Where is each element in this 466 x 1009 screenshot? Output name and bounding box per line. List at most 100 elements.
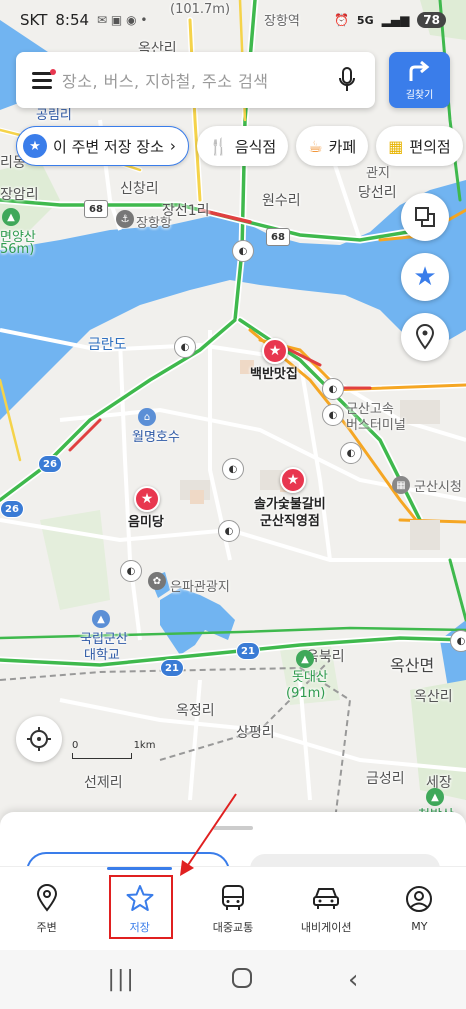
map-label-eunpa-park: 은파관광지 xyxy=(170,580,230,595)
nav-label: 주변 xyxy=(36,920,57,934)
annotation-arrow xyxy=(180,793,237,876)
mountain-poi-icon: ▲ xyxy=(296,650,314,668)
road-shield-26b: 26 xyxy=(0,500,24,518)
mountain-poi-icon-3: ▲ xyxy=(2,208,20,226)
map-label-okjeongri: 옥정리 xyxy=(176,703,215,719)
nav-navigation[interactable]: 내비게이션 xyxy=(280,867,373,950)
map-label-jangamri: 장암리 xyxy=(0,187,39,203)
category-chips: ★ 이 주변 저장 장소 › 🍴 음식점 ☕ 카페 ▦ 편의점 xyxy=(16,126,463,166)
chip-cafe[interactable]: ☕ 카페 xyxy=(296,126,369,166)
chip-label: 음식점 xyxy=(234,137,277,156)
directions-arrow-icon xyxy=(409,60,429,81)
signal-icon: ▂▄▆ xyxy=(381,13,410,27)
layers-icon xyxy=(415,207,435,227)
park-poi-icon: ✿ xyxy=(148,572,166,590)
star-icon: ★ xyxy=(23,134,47,158)
saved-place-pin-sol-galbi[interactable]: ★ xyxy=(280,467,306,493)
coffee-icon: ☕ xyxy=(308,136,323,156)
back-icon[interactable]: ‹ xyxy=(348,965,358,995)
notification-dot xyxy=(50,69,56,75)
city-hall-poi-icon: ▦ xyxy=(392,476,410,494)
university-poi-icon: ▲ xyxy=(92,610,110,628)
directions-label: 길찾기 xyxy=(405,90,434,101)
crosshair-icon xyxy=(27,727,51,751)
scale-bar xyxy=(72,753,132,759)
cctv-icon: ◐ xyxy=(174,336,196,358)
map-label-oksanmyeon: 옥산면 xyxy=(390,656,435,675)
cctv-icon: ◐ xyxy=(322,378,344,400)
lake-poi-icon: ⌂ xyxy=(138,408,156,426)
road-shield-68a: 68 xyxy=(84,200,108,218)
recent-apps-icon[interactable]: ||| xyxy=(108,967,136,992)
map-label-dotdaesan-height: (91m) xyxy=(286,686,326,701)
map-label-eummidang: 음미당 xyxy=(128,515,164,530)
chip-label: 이 주변 저장 장소 xyxy=(53,137,164,156)
map-label-baekban: 백반맛집 xyxy=(250,367,298,382)
map-label-oksanri-right: 옥산리 xyxy=(414,689,453,705)
menu-icon[interactable] xyxy=(32,69,56,89)
map-label-sol-galbi-a: 솔가숯불갈비 xyxy=(254,497,326,512)
current-location-button[interactable] xyxy=(16,716,62,762)
port-poi-icon: ⚓ xyxy=(116,210,134,228)
scale-label: 1km xyxy=(133,740,156,751)
map-label-dotdaesan: 돗대산 xyxy=(292,670,328,685)
place-marker-button[interactable] xyxy=(401,313,449,361)
system-navigation-bar: ||| ‹ xyxy=(0,950,466,1009)
map-label-sangpyeongri: 상평리 xyxy=(236,725,275,741)
map-label-wolmyeong-lake: 월명호수 xyxy=(132,430,180,445)
fork-knife-icon: 🍴 xyxy=(208,136,229,156)
nav-label: 내비게이션 xyxy=(300,920,352,934)
map-label-sol-galbi-b: 군산직영점 xyxy=(260,514,320,529)
map-label-seonjeri: 선제리 xyxy=(84,775,123,791)
chevron-right-icon: › xyxy=(169,137,176,155)
map-label-left-mountain-height: 56m) xyxy=(0,242,35,257)
search-input[interactable]: 장소, 버스, 지하철, 주소 검색 xyxy=(62,68,335,92)
time-label: 8:54 xyxy=(55,11,90,29)
saved-place-pin-baekban[interactable]: ★ xyxy=(262,338,288,364)
chip-label: 편의점 xyxy=(409,137,451,156)
cctv-icon: ◐ xyxy=(232,240,254,262)
battery-indicator: 78 xyxy=(417,12,446,28)
map-label-bus-terminal-b: 버스터미널 xyxy=(346,418,406,433)
location-pin-outline-icon xyxy=(415,324,435,350)
favorites-button[interactable]: ★ xyxy=(401,253,449,301)
map-label-gunsan-city-hall: 군산시청 xyxy=(414,480,462,495)
alarm-icon: ⏰ xyxy=(333,13,349,27)
nav-my[interactable]: MY xyxy=(373,867,466,950)
road-shield-21b: 21 xyxy=(236,642,260,660)
nav-nearby[interactable]: 주변 xyxy=(0,867,93,950)
home-icon[interactable] xyxy=(231,967,253,993)
cctv-icon: ◐ xyxy=(450,630,466,652)
cctv-icon: ◐ xyxy=(218,520,240,542)
road-shield-26a: 26 xyxy=(38,455,62,473)
chip-convenience-store[interactable]: ▦ 편의점 xyxy=(376,126,463,166)
map-scale: 0 1km xyxy=(72,740,155,759)
map-label-wonsuri: 원수리 xyxy=(262,193,301,209)
cctv-icon: ◐ xyxy=(222,458,244,480)
store-icon: ▦ xyxy=(388,136,404,156)
annotation-highlight-box xyxy=(109,875,173,939)
map-label-jangseon1ri: 장선1리 xyxy=(162,203,210,219)
status-bar: SKT 8:54 ✉ ▣ ◉ • ⏰ 5G ▂▄▆ 78 xyxy=(0,0,466,40)
road-shield-21a: 21 xyxy=(160,659,184,677)
map-label-dangseonri: 당선리 xyxy=(358,185,397,201)
map-label-geumrando: 금란도 xyxy=(88,337,127,353)
saved-place-pin-eummidang[interactable]: ★ xyxy=(134,486,160,512)
chip-label: 카페 xyxy=(328,137,357,156)
layers-button[interactable] xyxy=(401,193,449,241)
directions-button[interactable]: 길찾기 xyxy=(389,52,450,108)
map-label-geumseongri: 금성리 xyxy=(366,771,405,787)
scale-zero: 0 xyxy=(72,740,79,751)
carrier-label: SKT xyxy=(20,11,48,29)
location-pin-icon xyxy=(32,883,62,913)
car-icon xyxy=(311,883,341,913)
search-bar[interactable]: 장소, 버스, 지하철, 주소 검색 xyxy=(16,52,375,108)
bus-icon xyxy=(218,883,248,913)
chip-restaurant[interactable]: 🍴 음식점 xyxy=(196,126,289,166)
cctv-icon: ◐ xyxy=(120,560,142,582)
map-label-sinchangri: 신창리 xyxy=(120,181,159,197)
nav-label: 대중교통 xyxy=(212,920,254,934)
mountain-poi-icon-2: ▲ xyxy=(426,788,444,806)
chip-nearby-saved[interactable]: ★ 이 주변 저장 장소 › xyxy=(16,126,189,166)
microphone-icon[interactable] xyxy=(335,66,359,94)
